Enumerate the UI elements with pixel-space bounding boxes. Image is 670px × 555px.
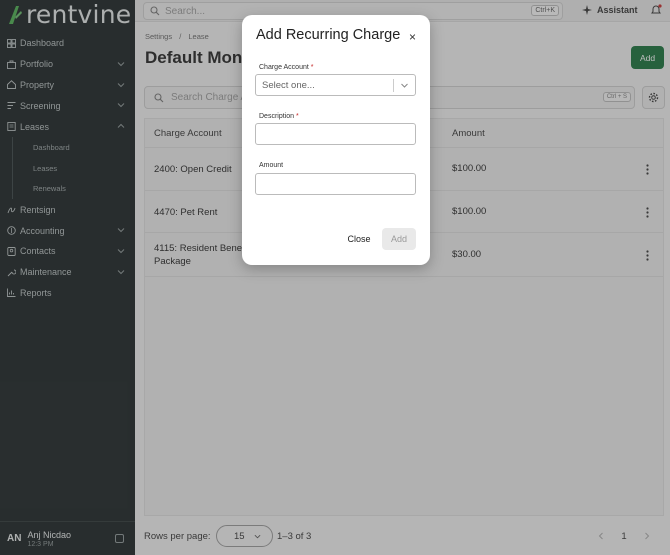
add-charge-button[interactable]: Add <box>382 228 416 250</box>
close-button[interactable]: Close <box>342 228 376 250</box>
charge-account-placeholder: Select one... <box>262 79 315 91</box>
required-mark: * <box>295 113 299 120</box>
description-label-text: Description <box>259 113 295 120</box>
dialog-title: Add Recurring Charge <box>256 27 401 43</box>
amount-input[interactable] <box>255 173 416 195</box>
select-divider <box>393 79 394 92</box>
charge-account-select[interactable]: Select one... <box>255 74 416 96</box>
chevron-down-icon <box>401 83 408 88</box>
charge-account-label: Charge Account * <box>259 64 314 71</box>
amount-label: Amount <box>259 162 284 169</box>
required-mark: * <box>310 64 314 71</box>
add-recurring-charge-dialog: Add Recurring Charge × Charge Account * … <box>242 15 430 265</box>
close-icon[interactable]: × <box>409 30 416 44</box>
description-input[interactable] <box>255 123 416 145</box>
charge-account-label-text: Charge Account <box>259 64 309 71</box>
description-label: Description * <box>259 113 299 120</box>
